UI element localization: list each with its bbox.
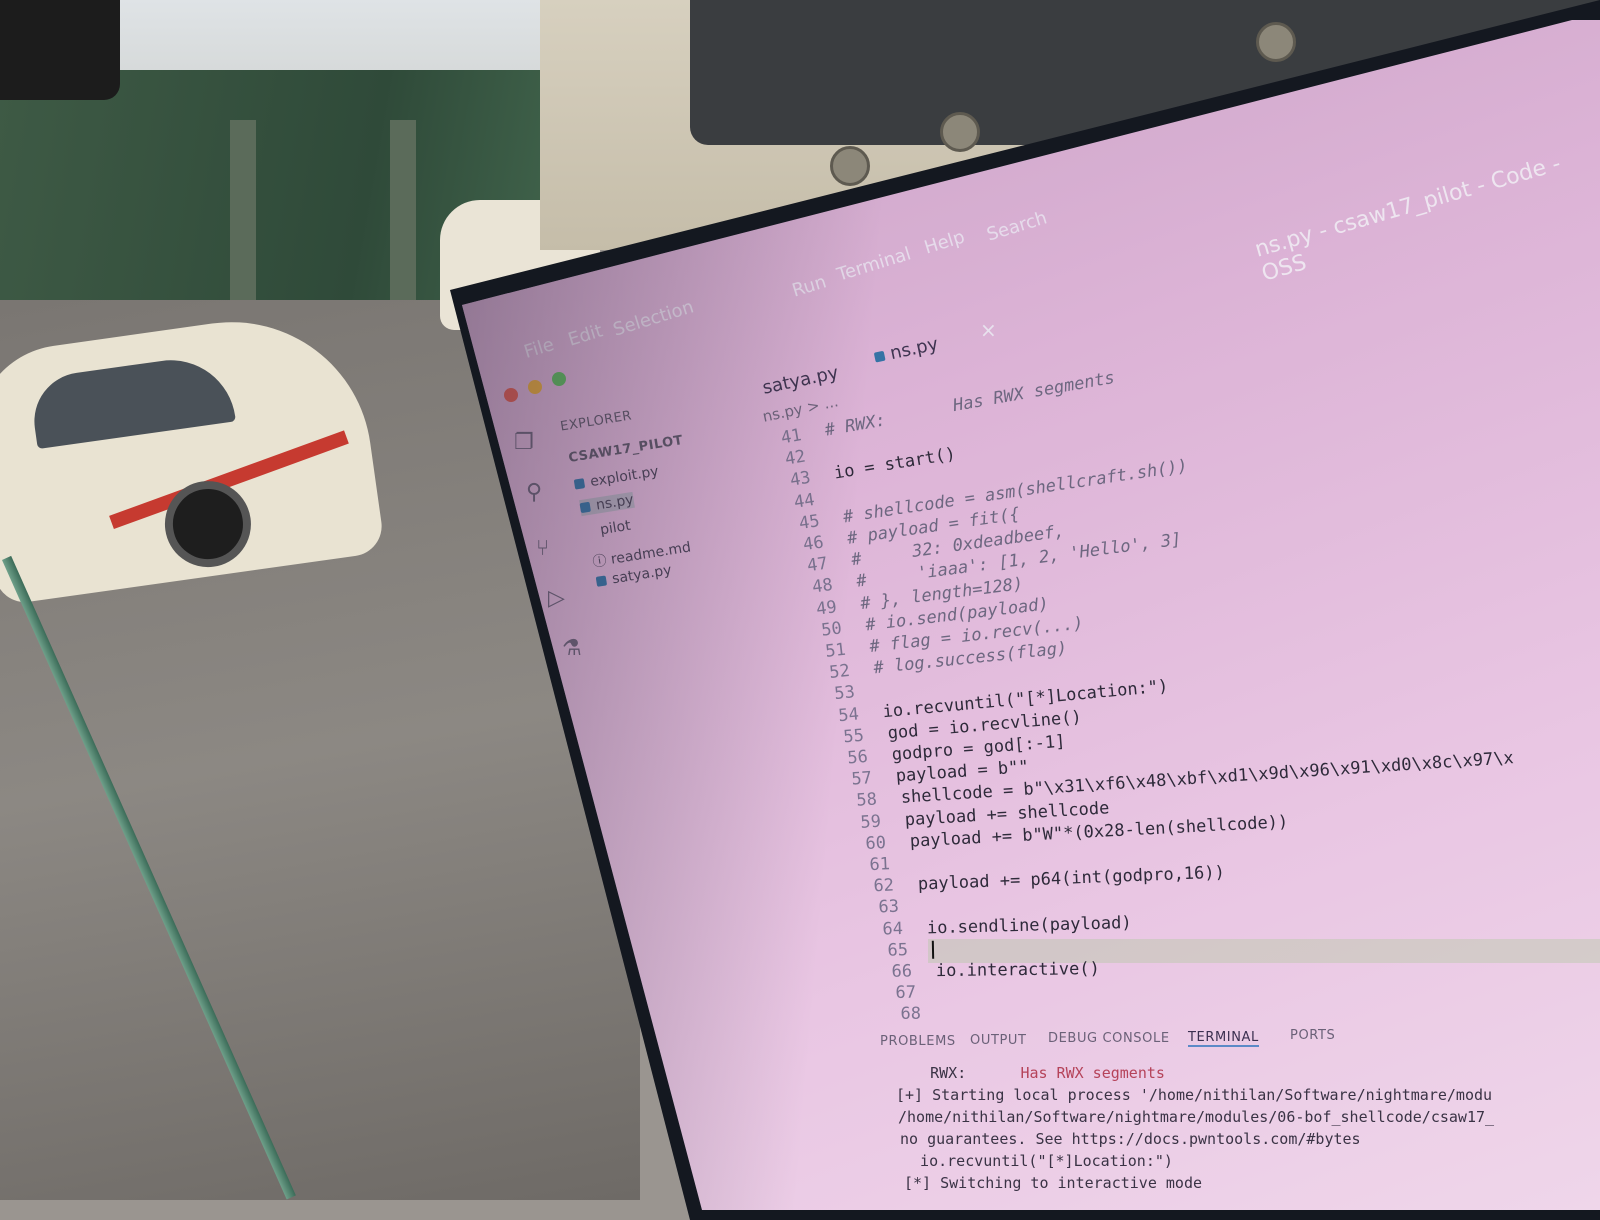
- code-line[interactable]: 61: [850, 853, 915, 876]
- menu-selection[interactable]: Selection: [611, 296, 696, 340]
- line-number: 53: [814, 683, 856, 707]
- line-number: 49: [796, 597, 838, 622]
- panel-tab-output[interactable]: OUTPUT: [970, 1033, 1027, 1048]
- menu-file[interactable]: File: [522, 334, 557, 363]
- python-file-icon: [596, 575, 607, 586]
- text-cursor: [931, 941, 933, 959]
- screw: [940, 112, 980, 152]
- window-minimize-dot[interactable]: [528, 380, 542, 394]
- code-line[interactable]: 63: [858, 896, 923, 918]
- explorer-icon[interactable]: ❐: [514, 430, 534, 455]
- rwx-comment-value: Has RWX segments: [952, 368, 1117, 416]
- code-text: [828, 443, 831, 463]
- line-number: 60: [845, 833, 886, 855]
- terminal-line: /home/nithilan/Software/nightmare/module…: [898, 1108, 1494, 1126]
- source-control-icon[interactable]: ⑂: [536, 536, 549, 561]
- code-text: [913, 853, 914, 873]
- terminal-text: io.recvuntil("[*]Location:"): [902, 1152, 1173, 1170]
- menu-search[interactable]: Search: [984, 207, 1049, 245]
- line-number: 54: [818, 704, 860, 728]
- code-text: [878, 680, 880, 700]
- run-debug-icon[interactable]: ▷: [548, 586, 565, 611]
- python-file-icon: [580, 502, 591, 513]
- file-ns[interactable]: ns.py: [579, 492, 635, 516]
- file-label: readme.md: [610, 539, 692, 567]
- code-line[interactable]: 65: [867, 940, 933, 961]
- sidebar-header: EXPLORER: [559, 408, 633, 434]
- tab-close-icon[interactable]: ×: [980, 318, 997, 342]
- terminal-warning: Has RWX segments: [1020, 1064, 1165, 1082]
- line-number: 68: [881, 1004, 921, 1024]
- line-number: 63: [858, 897, 899, 918]
- line-number: 61: [850, 854, 891, 876]
- file-pilot[interactable]: pilot: [599, 518, 632, 539]
- testing-icon[interactable]: ⚗: [562, 636, 582, 661]
- line-number: 64: [863, 919, 904, 940]
- line-number: 67: [876, 983, 916, 1003]
- line-number: 56: [827, 747, 868, 770]
- screw: [1256, 22, 1296, 62]
- panel-tab-debug-console[interactable]: DEBUG CONSOLE: [1048, 1031, 1170, 1046]
- dashcam-mount: [0, 0, 120, 100]
- line-number: 51: [805, 640, 847, 664]
- line-number: 58: [836, 790, 877, 813]
- sidebar-folder[interactable]: CSAW17_PILOT: [568, 433, 685, 466]
- file-exploit[interactable]: exploit.py: [573, 463, 659, 492]
- line-number: 59: [841, 811, 882, 833]
- code-line[interactable]: 67: [876, 983, 940, 1003]
- python-file-icon: [574, 478, 585, 489]
- screw: [830, 146, 870, 186]
- panel-tab-ports[interactable]: PORTS: [1290, 1028, 1335, 1043]
- menu-run[interactable]: Run: [790, 271, 829, 301]
- car-wheel: [159, 476, 256, 573]
- python-file-icon: [874, 351, 886, 363]
- search-icon[interactable]: ⚲: [526, 480, 542, 505]
- line-number: 57: [832, 768, 873, 791]
- window-title: ns.py - csaw17_pilot - Code - OSS: [1252, 139, 1600, 286]
- line-number: 66: [872, 961, 912, 982]
- terminal-text: /home/nithilan/Software/nightmare/module…: [898, 1108, 1494, 1126]
- code-text: io.sendline(payload): [927, 913, 1132, 938]
- line-number: 48: [792, 575, 834, 600]
- line-number: 50: [800, 618, 842, 643]
- code-text: [922, 896, 923, 916]
- terminal-line: RWX: Has RWX segments: [894, 1064, 1165, 1082]
- window-close-dot[interactable]: [504, 388, 518, 402]
- window-maximize-dot[interactable]: [552, 372, 566, 386]
- terminal-text: [*] Switching to interactive mode: [904, 1174, 1202, 1192]
- code-line[interactable]: 66 io.interactive(): [872, 959, 1100, 982]
- code-text: [837, 486, 840, 506]
- line-number: 52: [809, 661, 851, 685]
- code-line[interactable]: 64 io.sendline(payload): [863, 913, 1132, 940]
- terminal-line: [*] Switching to interactive mode: [904, 1174, 1202, 1192]
- panel-tab-terminal[interactable]: TERMINAL: [1188, 1030, 1259, 1047]
- terminal-line: no guarantees. See https://docs.pwntools…: [900, 1130, 1361, 1148]
- terminal-line: [+] Starting local process '/home/nithil…: [896, 1086, 1492, 1104]
- tab-ns[interactable]: ns.py: [873, 334, 941, 368]
- terminal-text: [+] Starting local process '/home/nithil…: [896, 1086, 1492, 1104]
- menu-edit[interactable]: Edit: [566, 320, 605, 350]
- line-number: 62: [854, 876, 895, 898]
- code-text: # RWX:: [823, 410, 887, 440]
- tab-ns-label: ns.py: [888, 334, 940, 365]
- code-text: io.interactive(): [936, 959, 1100, 981]
- terminal-text: no guarantees. See https://docs.pwntools…: [900, 1130, 1361, 1148]
- car-window: [28, 352, 236, 449]
- terminal-text: RWX:: [894, 1064, 1020, 1082]
- file-label: exploit.py: [589, 463, 660, 490]
- menu-help[interactable]: Help: [922, 226, 967, 258]
- line-number: 55: [823, 725, 865, 748]
- line-number: 65: [867, 940, 907, 961]
- file-label: ns.py: [595, 492, 635, 514]
- code-text: payload += p64(int(godpro,16)): [918, 863, 1226, 895]
- code-line[interactable]: 68: [881, 1004, 945, 1024]
- menu-terminal[interactable]: Terminal: [835, 243, 914, 285]
- panel-tab-problems[interactable]: PROBLEMS: [880, 1034, 956, 1049]
- code-text: io = start(): [832, 444, 956, 484]
- terminal-line: io.recvuntil("[*]Location:"): [902, 1152, 1173, 1170]
